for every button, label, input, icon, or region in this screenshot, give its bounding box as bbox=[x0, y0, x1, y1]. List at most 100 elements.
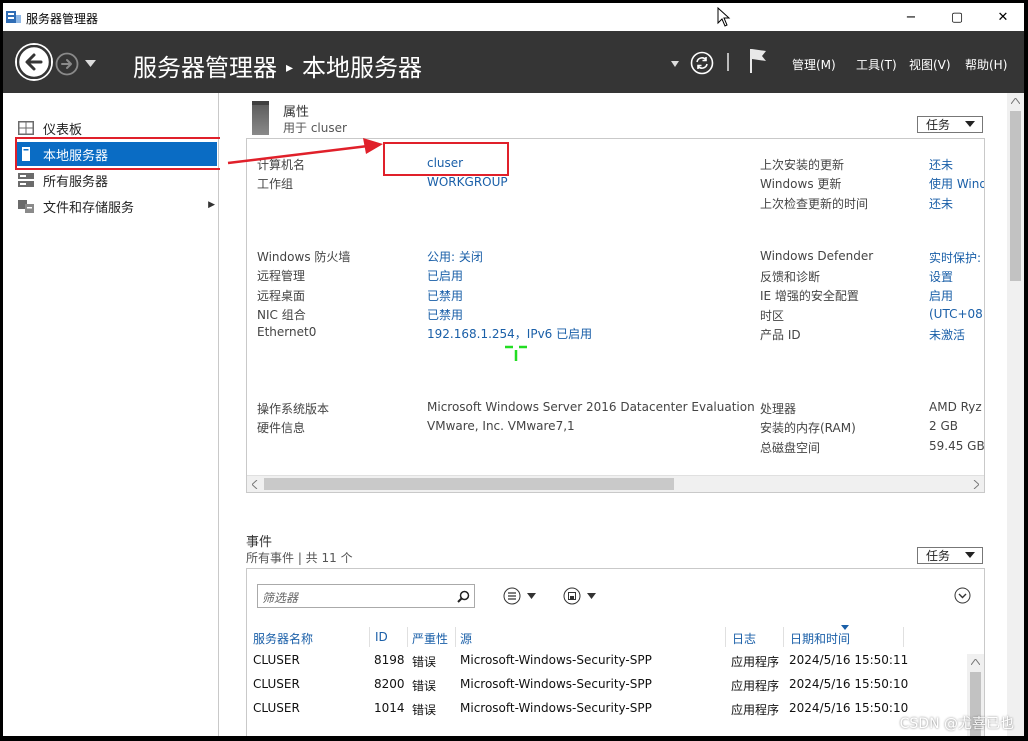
server-manager-window: 服务器管理器 − ▢ ✕ 服务器管理器 ▸ 本地服务器 管理(M) 工具(T) … bbox=[3, 3, 1024, 736]
prop-label: Windows Defender bbox=[760, 249, 874, 263]
mouse-pointer-icon bbox=[717, 7, 731, 27]
close-button[interactable]: ✕ bbox=[980, 3, 1024, 31]
table-row[interactable]: CLUSER 1014 错误 Microsoft-Windows-Securit… bbox=[247, 701, 967, 725]
menu-help[interactable]: 帮助(H) bbox=[965, 56, 1007, 73]
content-vertical-scrollbar[interactable] bbox=[1007, 93, 1024, 736]
column-header-log[interactable]: 日志 bbox=[732, 630, 756, 647]
list-options-button[interactable] bbox=[503, 587, 543, 605]
cell-datetime: 2024/5/16 15:50:11 bbox=[789, 653, 909, 667]
storage-icon bbox=[18, 200, 34, 213]
events-title: 事件 bbox=[246, 535, 273, 550]
ie-esc-link[interactable]: 启用 bbox=[929, 287, 953, 304]
events-tasks-button[interactable]: 任务 bbox=[917, 547, 983, 564]
scroll-left-icon[interactable] bbox=[252, 480, 258, 489]
windows-update-link[interactable]: 使用 Wind bbox=[929, 175, 984, 192]
prop-label: 工作组 bbox=[257, 177, 294, 191]
column-separator bbox=[903, 627, 904, 647]
annotation-arrow bbox=[227, 138, 383, 165]
column-header-server-name[interactable]: 服务器名称 bbox=[253, 630, 313, 647]
menu-tools[interactable]: 工具(T) bbox=[856, 56, 897, 73]
scrollbar-thumb[interactable] bbox=[264, 478, 674, 490]
scroll-right-icon[interactable] bbox=[973, 480, 979, 489]
remote-desktop-link[interactable]: 已禁用 bbox=[427, 287, 463, 304]
cell-id: 1014 bbox=[374, 701, 405, 715]
save-icon bbox=[563, 587, 581, 605]
notification-dropdown-icon[interactable] bbox=[671, 61, 679, 67]
events-panel: 筛选器 服务器名称 ID 严重性 源 日志 日期和时间 CLUSER 8198 … bbox=[246, 568, 985, 736]
sidebar-item-label: 所有服务器 bbox=[43, 174, 109, 190]
caret-down-icon bbox=[527, 593, 536, 599]
cell-severity: 错误 bbox=[412, 679, 437, 693]
refresh-icon[interactable] bbox=[690, 51, 714, 75]
defender-link[interactable]: 实时保护: bbox=[929, 249, 981, 266]
remote-management-link[interactable]: 已启用 bbox=[427, 267, 463, 284]
tasks-label: 任务 bbox=[926, 549, 951, 563]
hardware-value: VMware, Inc. VMware7,1 bbox=[427, 419, 575, 433]
properties-title: 属性 bbox=[283, 105, 310, 120]
flag-icon[interactable] bbox=[748, 47, 768, 73]
prop-label: IE 增强的安全配置 bbox=[760, 289, 859, 303]
scroll-up-icon[interactable] bbox=[1011, 98, 1020, 104]
column-header-severity[interactable]: 严重性 bbox=[412, 630, 448, 647]
forward-button[interactable] bbox=[55, 52, 79, 76]
minimize-icon: − bbox=[905, 9, 917, 25]
prop-label: 远程桌面 bbox=[257, 289, 306, 303]
breadcrumb: 服务器管理器 ▸ 本地服务器 bbox=[133, 48, 422, 83]
breadcrumb-separator-icon: ▸ bbox=[286, 60, 294, 76]
properties-horizontal-scrollbar[interactable] bbox=[247, 475, 984, 492]
last-check-link[interactable]: 还未 bbox=[929, 195, 953, 212]
prop-label: 安装的内存(RAM) bbox=[760, 421, 856, 435]
sidebar-item-file-storage[interactable]: 文件和存储服务 ▶ bbox=[14, 194, 219, 218]
last-update-link[interactable]: 还未 bbox=[929, 156, 953, 173]
table-row[interactable]: CLUSER 8200 错误 Microsoft-Windows-Securit… bbox=[247, 677, 967, 701]
filter-input[interactable]: 筛选器 bbox=[257, 584, 475, 608]
events-subtitle: 所有事件 | 共 11 个 bbox=[246, 551, 353, 565]
arrow-right-icon bbox=[55, 52, 79, 76]
maximize-button[interactable]: ▢ bbox=[934, 3, 980, 31]
workgroup-link[interactable]: WORKGROUP bbox=[427, 175, 508, 189]
ethernet-link[interactable]: 192.168.1.254，IPv6 已启用 bbox=[427, 325, 592, 342]
processor-value: AMD Ryz bbox=[929, 400, 982, 414]
product-id-link[interactable]: 未激活 bbox=[929, 326, 965, 343]
prop-label: 总磁盘空间 bbox=[760, 441, 821, 455]
column-header-id[interactable]: ID bbox=[375, 630, 388, 644]
sidebar-item-label: 仪表板 bbox=[43, 122, 83, 138]
menu-view[interactable]: 视图(V) bbox=[909, 56, 951, 73]
column-header-datetime[interactable]: 日期和时间 bbox=[790, 630, 850, 647]
expand-arrow-icon[interactable]: ▶ bbox=[208, 200, 215, 210]
filter-placeholder: 筛选器 bbox=[262, 591, 299, 605]
prop-label: 硬件信息 bbox=[257, 421, 306, 435]
column-header-source[interactable]: 源 bbox=[460, 630, 472, 647]
left-navigation: 仪表板 本地服务器 所有服务器 文件和存储服务 ▶ bbox=[3, 93, 229, 736]
menu-manage[interactable]: 管理(M) bbox=[792, 56, 836, 73]
cell-severity: 错误 bbox=[412, 703, 437, 717]
scrollbar-thumb[interactable] bbox=[1010, 111, 1021, 281]
os-version-value: Microsoft Windows Server 2016 Datacenter… bbox=[427, 400, 755, 414]
column-separator bbox=[455, 627, 456, 647]
timezone-link[interactable]: (UTC+08: bbox=[929, 307, 984, 321]
servers-icon bbox=[18, 173, 34, 187]
prop-label: 上次检查更新的时间 bbox=[760, 197, 869, 211]
properties-tasks-button[interactable]: 任务 bbox=[917, 116, 983, 133]
history-dropdown-icon[interactable] bbox=[85, 60, 96, 67]
nic-teaming-link[interactable]: 已禁用 bbox=[427, 306, 463, 323]
close-icon: ✕ bbox=[997, 9, 1009, 25]
table-row[interactable]: CLUSER 8198 错误 Microsoft-Windows-Securit… bbox=[247, 653, 967, 677]
text-cursor-icon bbox=[505, 345, 527, 361]
back-button[interactable] bbox=[15, 43, 53, 81]
disk-value: 59.45 GB bbox=[929, 439, 985, 453]
save-query-button[interactable] bbox=[563, 587, 603, 605]
expand-collapse-icon[interactable] bbox=[954, 587, 971, 604]
ram-value: 2 GB bbox=[929, 419, 958, 433]
firewall-link[interactable]: 公用: 关闭 bbox=[427, 248, 483, 265]
server-properties-icon bbox=[252, 101, 269, 135]
sidebar-item-all-servers[interactable]: 所有服务器 bbox=[14, 168, 219, 192]
server-manager-app-icon bbox=[6, 11, 21, 23]
annotation-box-computer-name bbox=[383, 142, 509, 176]
cell-server: CLUSER bbox=[253, 701, 300, 715]
caret-down-icon bbox=[965, 121, 975, 127]
minimize-button[interactable]: − bbox=[888, 3, 934, 31]
search-icon[interactable] bbox=[457, 590, 470, 603]
scroll-up-icon[interactable] bbox=[971, 659, 980, 665]
feedback-link[interactable]: 设置 bbox=[929, 268, 953, 285]
